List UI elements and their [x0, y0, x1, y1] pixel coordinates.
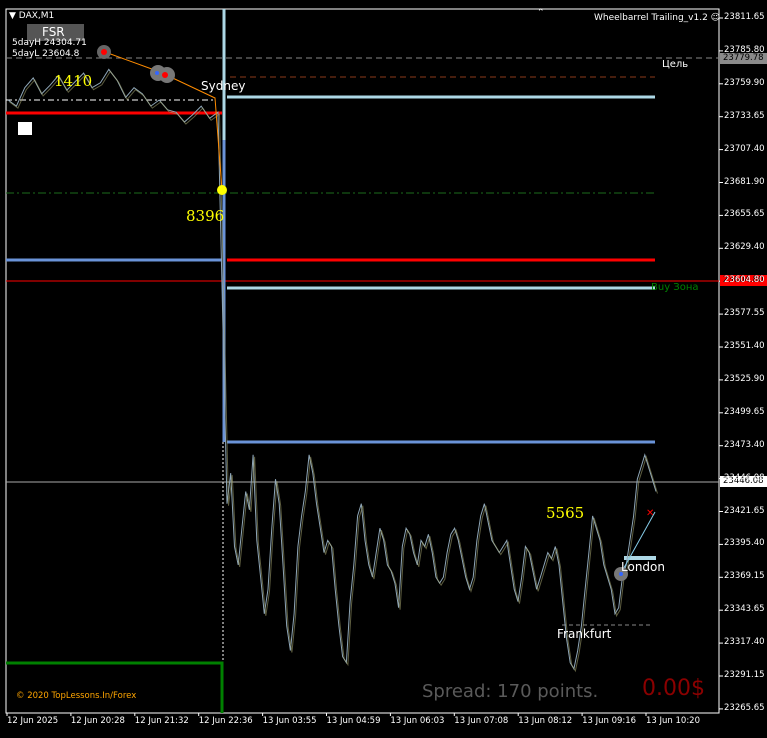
marker-dot-1 [101, 49, 107, 55]
x-tick-label: 12 Jun 21:32 [134, 716, 189, 726]
target-label: Цель [662, 59, 689, 70]
green-box [6, 661, 224, 713]
x-tick-label: 13 Jun 08:12 [518, 716, 573, 726]
london-label: London [621, 560, 665, 574]
series-line [7, 68, 657, 671]
y-tick-label: 23473.40 [724, 439, 765, 450]
x-tick-label: 13 Jun 07:08 [454, 716, 509, 726]
marker-dot-3 [162, 72, 168, 78]
sydney-label: Sydney [201, 79, 246, 93]
y-tick-label: 23604.80 [724, 275, 765, 286]
smiley-icon: ☺ [710, 13, 721, 23]
marker-dot-2 [155, 71, 159, 75]
red-cross-marker: ✕ [646, 508, 654, 519]
y-tick-label: 23369.15 [724, 571, 765, 582]
y-tick-label: 23265.65 [724, 702, 765, 713]
label-5565: 5565 [546, 504, 585, 522]
y-tick-label: 23421.65 [724, 505, 765, 516]
copyright-label: © 2020 TopLessons.In/Forex [16, 691, 137, 701]
x-tick-label: 12 Jun 2025 [7, 716, 59, 726]
frankfurt-label: Frankfurt [557, 627, 612, 641]
y-tick-label: 23499.65 [724, 406, 765, 417]
x-tick-label: 12 Jun 22:36 [198, 716, 253, 726]
white-box [18, 122, 32, 135]
y-tick-label: 23577.55 [724, 308, 765, 319]
plot-frame [5, 8, 720, 714]
y-tick-label: 23395.40 [724, 538, 765, 549]
yellow-marker [217, 185, 227, 195]
day-high-label: 5dayH 24304.71 [12, 38, 87, 48]
y-tick-label: 23446.08 [724, 472, 765, 483]
y-tick-label: 23291.15 [724, 670, 765, 680]
label-1410: 1410 [54, 72, 93, 90]
x-tick-label: 13 Jun 04:59 [326, 716, 381, 726]
y-tick-label: 23759.90 [724, 77, 765, 88]
x-tick-label: 13 Jun 03:55 [262, 716, 317, 726]
y-tick-label: 23733.65 [724, 110, 765, 121]
chevron-up-icon[interactable]: ⌃ [537, 8, 545, 18]
y-axis-ticks [719, 17, 723, 710]
y-tick-label: 23629.40 [724, 242, 765, 253]
profit-label: 0.00$ [642, 676, 705, 701]
y-tick-label: 23707.40 [724, 143, 765, 154]
price-chart[interactable]: ✕ [0, 0, 767, 738]
x-tick-label: 12 Jun 20:28 [70, 716, 125, 726]
indicator-name: Wheelbarrel Trailing_v1.2 ☺ [594, 13, 721, 23]
fsr-button[interactable]: FSR [42, 25, 65, 39]
x-tick-label: 13 Jun 10:20 [646, 716, 700, 726]
x-tick-label: 13 Jun 06:03 [390, 716, 445, 726]
y-tick-label: 23343.65 [724, 604, 765, 615]
symbol-label: ▼ DAX,M1 [9, 11, 55, 21]
y-tick-label: 23811.65 [724, 12, 765, 22]
day-low-label: 5dayL 23604.8 [12, 49, 80, 59]
buy-zone-label: Buy Зона [651, 282, 699, 293]
y-tick-label: 23785.80 [724, 44, 765, 55]
y-tick-label: 23655.65 [724, 209, 765, 220]
y-tick-label: 23551.40 [724, 341, 765, 351]
y-tick-label: 23681.90 [724, 176, 765, 187]
y-tick-label: 23317.40 [724, 637, 765, 648]
y-tick-label: 23525.90 [724, 373, 765, 384]
label-8396: 8396 [186, 207, 225, 225]
spread-label: Spread: 170 points. [422, 681, 599, 702]
x-tick-label: 13 Jun 09:16 [582, 716, 637, 726]
